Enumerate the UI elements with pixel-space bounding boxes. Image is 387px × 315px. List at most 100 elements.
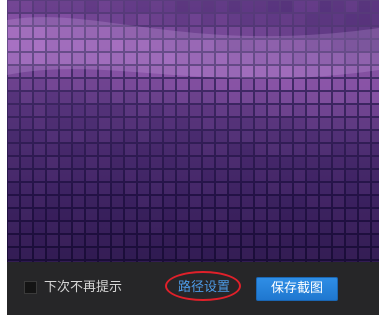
mosaic-tile (125, 235, 136, 246)
mosaic-tile (34, 209, 45, 220)
dont-show-again-checkbox[interactable] (24, 281, 37, 294)
mosaic-tile (346, 170, 357, 181)
mosaic-tile (138, 209, 149, 220)
mosaic-tile (307, 131, 318, 142)
mosaic-tile (112, 1, 123, 12)
mosaic-tile (138, 157, 149, 168)
mosaic-tile (125, 222, 136, 233)
mosaic-tile (60, 105, 71, 116)
mosaic-tile (190, 196, 201, 207)
mosaic-tile (294, 157, 305, 168)
mosaic-tile (164, 131, 175, 142)
mosaic-tile (125, 14, 136, 25)
mosaic-tile (112, 235, 123, 246)
mosaic-tile (99, 105, 110, 116)
mosaic-tile (99, 144, 110, 155)
mosaic-tile (164, 14, 175, 25)
mosaic-tile (320, 222, 331, 233)
save-screenshot-button[interactable]: 保存截图 (256, 277, 338, 301)
mosaic-tile (60, 209, 71, 220)
mosaic-tile (151, 248, 162, 259)
mosaic-tile (242, 118, 253, 129)
mosaic-tile (216, 79, 227, 90)
mosaic-tile (372, 131, 379, 142)
mosaic-tile (281, 157, 292, 168)
mosaic-tile (86, 1, 97, 12)
mosaic-tile (268, 248, 279, 259)
mosaic-tile (229, 79, 240, 90)
mosaic-tile (255, 222, 266, 233)
mosaic-tile (125, 209, 136, 220)
mosaic-tile (125, 183, 136, 194)
mosaic-tile (112, 209, 123, 220)
mosaic-tile (125, 157, 136, 168)
mosaic-tile (73, 105, 84, 116)
mosaic-tile (307, 248, 318, 259)
mosaic-tile (177, 235, 188, 246)
mosaic-tile (73, 92, 84, 103)
mosaic-tile (333, 196, 344, 207)
mosaic-tile (255, 144, 266, 155)
mosaic-tile (21, 131, 32, 142)
mosaic-tile (177, 105, 188, 116)
mosaic-tile (21, 222, 32, 233)
mosaic-tile (268, 131, 279, 142)
mosaic-tile (190, 92, 201, 103)
mosaic-tile (307, 196, 318, 207)
mosaic-tile (190, 170, 201, 181)
mosaic-tile (73, 79, 84, 90)
mosaic-tile (112, 92, 123, 103)
mosaic-tile (125, 79, 136, 90)
mosaic-tile (242, 248, 253, 259)
mosaic-tile (60, 170, 71, 181)
mosaic-tile (47, 92, 58, 103)
mosaic-tile (255, 92, 266, 103)
dont-show-again-label[interactable]: 下次不再提示 (44, 280, 122, 296)
mosaic-tile (73, 1, 84, 12)
mosaic-tile (203, 248, 214, 259)
mosaic-tile (60, 1, 71, 12)
mosaic-tile (60, 235, 71, 246)
mosaic-tile (164, 118, 175, 129)
mosaic-tile (138, 235, 149, 246)
mosaic-tile (190, 14, 201, 25)
mosaic-tile (372, 235, 379, 246)
mosaic-tile (151, 105, 162, 116)
mosaic-tile (177, 209, 188, 220)
mosaic-tile (216, 222, 227, 233)
mosaic-tile (203, 144, 214, 155)
mosaic-tile (333, 105, 344, 116)
mosaic-tile (190, 235, 201, 246)
mosaic-tile (112, 222, 123, 233)
mosaic-tile (372, 248, 379, 259)
mosaic-tile (203, 196, 214, 207)
mosaic-tile (268, 196, 279, 207)
mosaic-tile (8, 92, 19, 103)
mosaic-tile (203, 14, 214, 25)
mosaic-tile (268, 105, 279, 116)
mosaic-tile (86, 209, 97, 220)
mosaic-tile (346, 235, 357, 246)
mosaic-tile (229, 131, 240, 142)
mosaic-tile (34, 79, 45, 90)
mosaic-tile (8, 209, 19, 220)
mosaic-tile (268, 144, 279, 155)
mosaic-tile (47, 248, 58, 259)
mosaic-tile (346, 79, 357, 90)
mosaic-tile (151, 235, 162, 246)
mosaic-tile (112, 183, 123, 194)
mosaic-tile (307, 92, 318, 103)
mosaic-tile (255, 14, 266, 25)
mosaic-tile (112, 118, 123, 129)
mosaic-tile (281, 144, 292, 155)
mosaic-tile (112, 248, 123, 259)
mosaic-tile (203, 235, 214, 246)
mosaic-tile (281, 14, 292, 25)
mosaic-tile (346, 1, 357, 12)
mosaic-tile (138, 79, 149, 90)
mosaic-tile (307, 79, 318, 90)
mosaic-tile (294, 170, 305, 181)
mosaic-tile (164, 196, 175, 207)
mosaic-tile (268, 235, 279, 246)
mosaic-tile (203, 79, 214, 90)
